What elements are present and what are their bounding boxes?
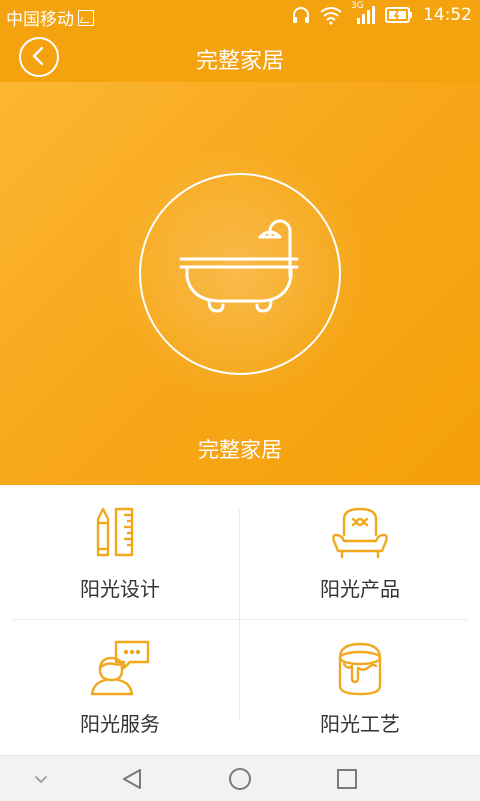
carrier-name: 中国移动: [6, 10, 74, 30]
paint-bucket-icon: [338, 642, 382, 696]
home-circle-icon: [229, 768, 251, 790]
hero-icon-circle: [139, 173, 341, 375]
hero-banner: 完整家居: [0, 82, 480, 485]
status-right: 3G 14:52: [291, 1, 472, 26]
bathtub-icon: [179, 219, 299, 313]
nav-recents-button[interactable]: [332, 764, 362, 794]
system-nav-bar: [0, 755, 480, 801]
armchair-icon: [332, 507, 388, 559]
grid-item-label: 阳光产品: [320, 577, 400, 601]
signal-group: 3G: [351, 1, 377, 26]
grid-item-craft[interactable]: 阳光工艺: [240, 620, 480, 750]
grid-item-label: 阳光工艺: [320, 712, 400, 736]
grid-item-label: 阳光设计: [80, 577, 160, 601]
grid-item-product[interactable]: 阳光产品: [240, 485, 480, 615]
signal-icon: [357, 6, 375, 24]
grid-item-service[interactable]: 阳光服务: [0, 620, 240, 750]
nav-back-button[interactable]: [118, 764, 148, 794]
nav-home-button[interactable]: [225, 764, 255, 794]
customer-service-icon: [90, 640, 150, 696]
image-notification-icon: [78, 9, 94, 26]
service-grid: 阳光设计 阳光产品 阳光服务 阳光工艺: [0, 485, 480, 755]
app-header: 完整家居: [0, 32, 480, 82]
nav-collapse-button[interactable]: [26, 764, 56, 794]
pencil-ruler-icon: [96, 507, 134, 557]
status-bar: 中国移动 3G 14:52: [0, 0, 480, 32]
battery-icon: [385, 7, 412, 23]
headphones-icon: [293, 7, 309, 23]
grid-item-design[interactable]: 阳光设计: [0, 485, 240, 615]
wifi-icon: [320, 7, 342, 25]
recents-square-icon: [337, 769, 357, 789]
status-time: 14:52: [423, 5, 472, 25]
page-title: 完整家居: [195, 49, 284, 74]
back-triangle-icon: [123, 769, 141, 789]
status-left: 中国移动: [6, 5, 94, 30]
chevron-down-icon: [35, 776, 47, 784]
hero-title: 完整家居: [198, 438, 282, 462]
grid-item-label: 阳光服务: [80, 712, 160, 736]
